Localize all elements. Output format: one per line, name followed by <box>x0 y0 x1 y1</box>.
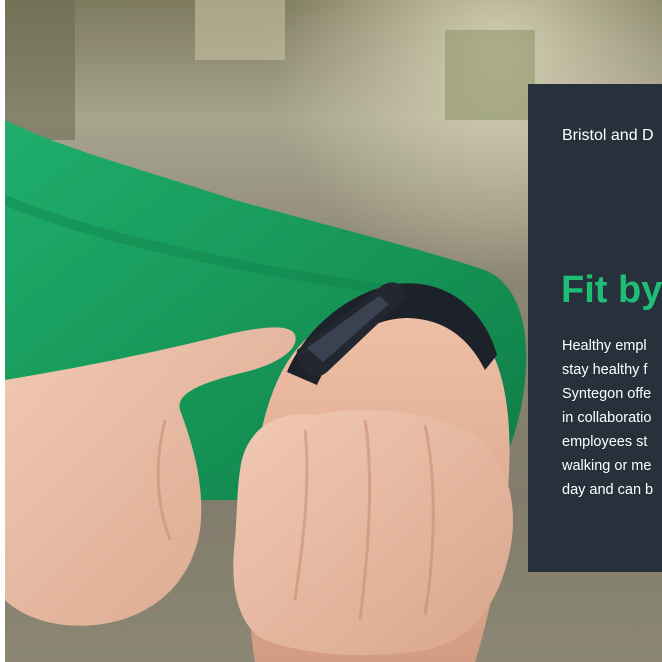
card-body-text: Healthy empl stay healthy f Syntegon off… <box>562 334 662 502</box>
body-line: Syntegon offe <box>562 386 652 402</box>
body-line: stay healthy f <box>562 362 648 378</box>
body-line: day and can b <box>562 482 654 498</box>
location-label: Bristol and D <box>562 127 654 144</box>
body-line: Healthy empl <box>562 338 647 354</box>
card-title: Fit by <box>561 269 662 311</box>
body-line: walking or me <box>562 458 652 474</box>
info-card: Bristol and D Fit by Healthy empl stay h… <box>528 84 662 572</box>
body-line: employees st <box>562 434 648 450</box>
body-line: in collaboratio <box>562 410 652 426</box>
